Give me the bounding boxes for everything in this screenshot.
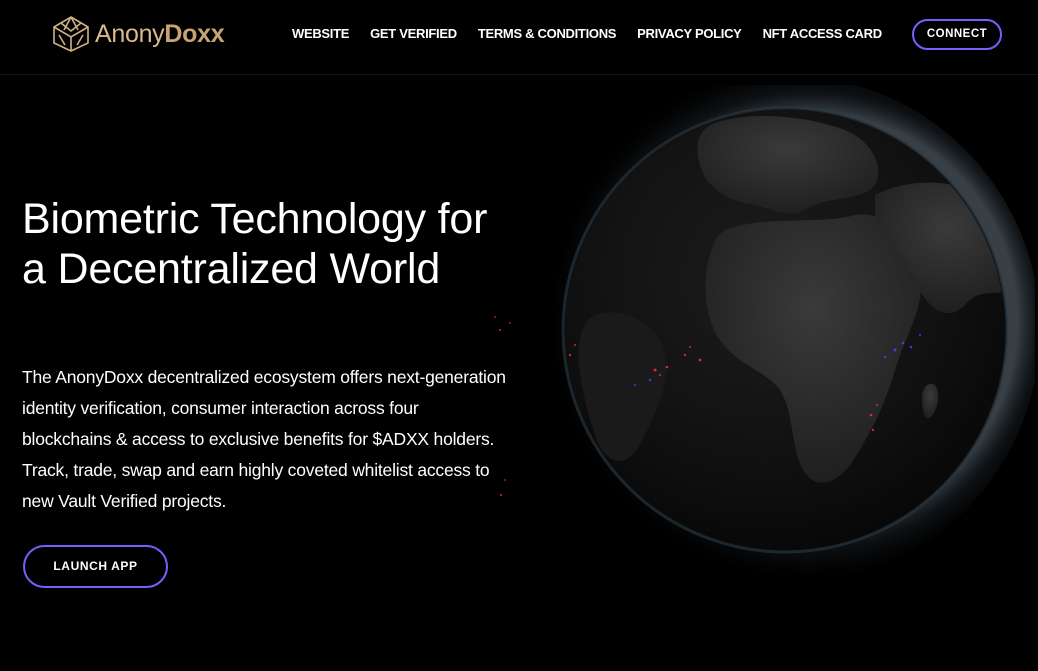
connect-button[interactable]: CONNECT (912, 19, 1002, 50)
logo-text-bold: Doxx (164, 20, 225, 48)
nav-terms-conditions[interactable]: TERMS & CONDITIONS (478, 24, 617, 44)
logo[interactable]: AnonyDoxx (51, 15, 225, 53)
globe-image (475, 75, 1038, 605)
hero-title: Biometric Technology for a Decentralized… (22, 195, 488, 293)
nav-privacy-policy[interactable]: PRIVACY POLICY (637, 24, 742, 44)
logo-text-light: Anony (95, 20, 165, 48)
nav-get-verified[interactable]: GET VERIFIED (370, 24, 457, 44)
launch-app-button[interactable]: LAUNCH APP (23, 545, 168, 588)
nav-website[interactable]: WEBSITE (292, 24, 349, 44)
anonydoxx-logo-icon (53, 16, 89, 52)
nav-nft-access-card[interactable]: NFT ACCESS CARD (763, 24, 883, 44)
logo-text: AnonyDoxx (95, 15, 225, 53)
header: AnonyDoxx WEBSITE GET VERIFIED TERMS & C… (0, 0, 1038, 75)
page: AnonyDoxx WEBSITE GET VERIFIED TERMS & C… (0, 0, 1038, 671)
hero-description: The AnonyDoxx decentralized ecosystem of… (22, 367, 506, 511)
globe-illustration (494, 75, 1038, 585)
main-nav: WEBSITE GET VERIFIED TERMS & CONDITIONS … (292, 24, 903, 44)
